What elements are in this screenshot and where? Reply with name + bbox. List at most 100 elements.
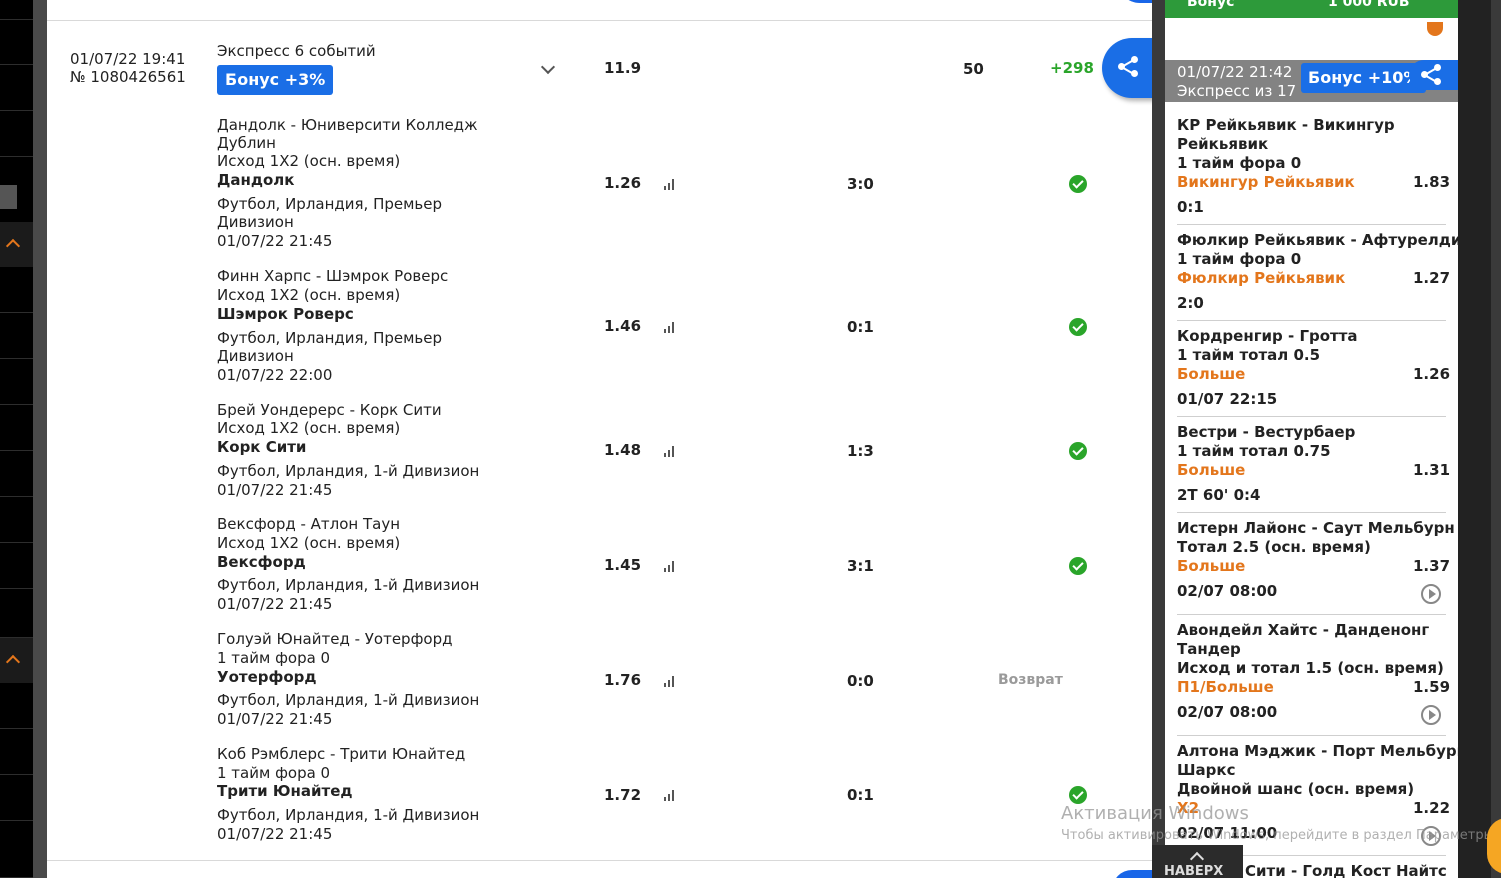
- win-check-icon: [1069, 175, 1087, 193]
- slip-match: Кордренгир - Гротта: [1177, 327, 1358, 345]
- chevron-down-icon[interactable]: [541, 62, 553, 74]
- toolbar-cell: [0, 313, 33, 359]
- bonus-bar-label: Бонус: [1187, 0, 1235, 10]
- slip-odd: 1.83: [1413, 173, 1451, 191]
- slip-date: 01/07/22 21:42: [1177, 63, 1293, 81]
- scroll-to-top-label: НАВЕРХ: [1164, 864, 1224, 878]
- bar-chart-icon[interactable]: [664, 561, 676, 572]
- slip-info: 01/07 22:15: [1177, 390, 1278, 408]
- toolbar-cell: [0, 20, 33, 65]
- slip-match: Фюлкир Рейкьявик - Афтурелдинг: [1177, 231, 1458, 249]
- event-match: Вексфорд - Атлон Таун: [217, 515, 401, 533]
- event-league: Футбол, Ирландия, Премьер: [217, 195, 443, 213]
- event-score: 0:0: [847, 672, 874, 690]
- bar-chart-icon[interactable]: [664, 790, 676, 801]
- event-score: 3:0: [847, 175, 874, 193]
- toolbar-cell: [0, 589, 33, 638]
- refund-label: Возврат: [998, 672, 1063, 688]
- event-pick: Вексфорд: [217, 553, 306, 571]
- bar-chart-icon[interactable]: [664, 322, 676, 333]
- toolbar-cell: [0, 821, 33, 878]
- event-market: Исход 1X2 (осн. время): [217, 534, 401, 552]
- event-market: Исход 1X2 (осн. время): [217, 152, 401, 170]
- bar-chart-icon[interactable]: [664, 446, 676, 457]
- toolbar-cell: [0, 683, 33, 729]
- event-score: 0:1: [847, 786, 874, 804]
- notification-dot: [1427, 22, 1443, 36]
- event-score: 1:3: [847, 442, 874, 460]
- bet-type: Экспресс 6 событий: [217, 42, 376, 60]
- left-toolbar: [0, 0, 33, 878]
- event-pick: Корк Сити: [217, 438, 307, 456]
- scroll-to-top-button[interactable]: НАВЕРХ: [1152, 845, 1243, 878]
- divider: [47, 860, 1152, 861]
- event-match: Голуэй Юнайтед - Уотерфорд: [217, 630, 453, 648]
- divider: [47, 20, 1152, 21]
- slip-odd: 1.59: [1413, 678, 1451, 696]
- event-start: 01/07/22 21:45: [217, 825, 333, 843]
- slip-header: 01/07/22 21:42 Экспресс из 17 Бонус +10%: [1165, 60, 1458, 102]
- collapse-button[interactable]: [0, 222, 33, 267]
- divider: [1177, 512, 1446, 513]
- divider: [1177, 735, 1446, 736]
- windows-activation-watermark: Активация Windows Чтобы активировать Win…: [1061, 803, 1494, 843]
- share-icon: [1421, 64, 1443, 86]
- toolbar-cell: [0, 497, 33, 543]
- event-score: 0:1: [847, 318, 874, 336]
- event-market: 1 тайм фора 0: [217, 764, 331, 782]
- play-icon[interactable]: [1421, 705, 1441, 725]
- slip-info: 02/07 08:00: [1177, 582, 1278, 600]
- bar-chart-icon[interactable]: [664, 676, 676, 687]
- event-league: Футбол, Ирландия, 1-й Дивизион: [217, 691, 480, 709]
- bet-number: № 1080426561: [70, 68, 186, 86]
- slip-pick: Фюлкир Рейкьявик: [1177, 269, 1346, 287]
- slip-market: Тотал 2.5 (осн. время): [1177, 538, 1371, 556]
- divider: [1177, 614, 1446, 615]
- win-check-icon: [1069, 786, 1087, 804]
- win-check-icon: [1069, 442, 1087, 460]
- slip-market: 1 тайм тотал 0.75: [1177, 442, 1331, 460]
- bet-slip-panel: Бонус 1 000 RUB 01/07/22 21:42 Экспресс …: [1165, 0, 1458, 878]
- toolbar-cell: [0, 267, 33, 313]
- bar-chart-icon[interactable]: [664, 179, 676, 190]
- event-odd: 1.48: [604, 441, 642, 459]
- slip-market: 1 тайм фора 0: [1177, 250, 1302, 268]
- collapse-button[interactable]: [0, 638, 33, 683]
- event-match: Коб Рэмблерс - Трити Юнайтед: [217, 745, 466, 763]
- slip-match: Вестри - Вестурбаер: [1177, 423, 1356, 441]
- toolbar-cell: [0, 65, 33, 111]
- slip-market: 1 тайм тотал 0.5: [1177, 346, 1321, 364]
- slip-match: Сити - Голд Кост Найтс: [1245, 862, 1447, 878]
- event-league: Футбол, Ирландия, 1-й Дивизион: [217, 576, 480, 594]
- win-check-icon: [1069, 557, 1087, 575]
- event-start: 01/07/22 21:45: [217, 481, 333, 499]
- event-odd: 1.45: [604, 556, 642, 574]
- event-start: 01/07/22 21:45: [217, 232, 333, 250]
- side-tab[interactable]: [0, 185, 17, 209]
- event-league-cont: Дивизион: [217, 213, 294, 231]
- slip-pick: Больше: [1177, 557, 1246, 575]
- divider: [1177, 320, 1446, 321]
- toolbar-cell: [0, 405, 33, 451]
- slip-pick: Больше: [1177, 461, 1246, 479]
- slip-info: 02/07 08:00: [1177, 703, 1278, 721]
- bonus-badge: Бонус +3%: [217, 65, 334, 95]
- event-pick: Трити Юнайтед: [217, 782, 353, 800]
- slip-odd: 1.26: [1413, 365, 1451, 383]
- event-league: Футбол, Ирландия, 1-й Дивизион: [217, 462, 480, 480]
- gutter: [33, 0, 47, 878]
- scrollbar[interactable]: [1458, 0, 1491, 878]
- bonus-bar: Бонус 1 000 RUB: [1165, 0, 1458, 18]
- slip-match-cont: Шаркс: [1177, 761, 1236, 779]
- play-icon[interactable]: [1421, 584, 1441, 604]
- event-start: 01/07/22 22:00: [217, 366, 333, 384]
- toolbar-cell: [0, 359, 33, 405]
- share-button[interactable]: [1409, 60, 1458, 90]
- slip-odd: 1.37: [1413, 557, 1451, 575]
- bet-history: 01/07/22 19:41 № 1080426561 Экспресс 6 с…: [47, 0, 1182, 878]
- watermark-subtitle: Чтобы активировать Windows, перейдите в …: [1061, 828, 1494, 843]
- slip-match: КР Рейкьявик - Викингур: [1177, 116, 1395, 134]
- event-match-cont: Дублин: [217, 134, 276, 152]
- slip-info: 2:0: [1177, 294, 1204, 312]
- divider: [1177, 224, 1446, 225]
